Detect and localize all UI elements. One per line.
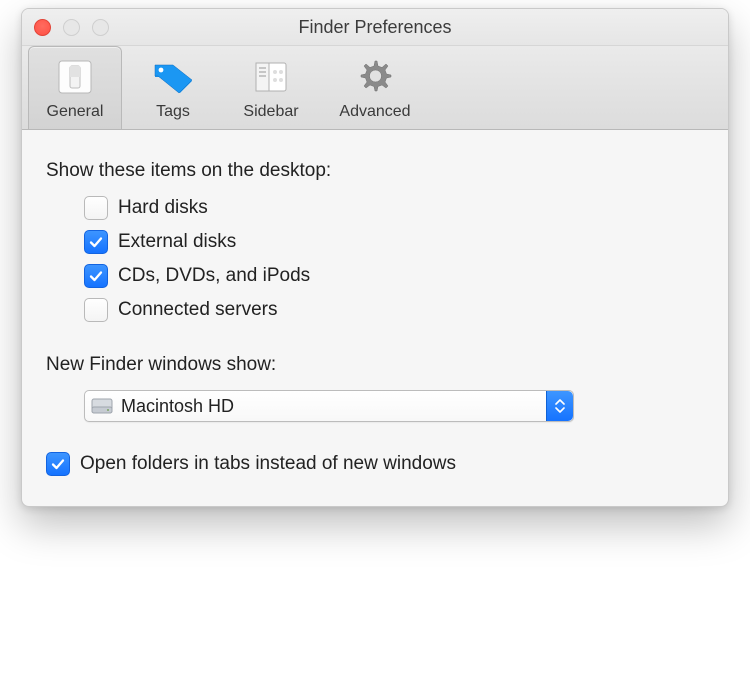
tab-general-label: General xyxy=(29,103,121,121)
desktop-items-heading: Show these items on the desktop: xyxy=(46,160,704,182)
advanced-icon xyxy=(323,53,427,101)
checkbox-external-disks-label: External disks xyxy=(118,231,236,253)
titlebar: Finder Preferences xyxy=(22,9,728,46)
window-controls xyxy=(34,19,109,36)
checkbox-servers-row: Connected servers xyxy=(84,298,704,322)
tab-advanced-label: Advanced xyxy=(323,103,427,121)
new-windows-heading: New Finder windows show: xyxy=(46,354,704,376)
zoom-button[interactable] xyxy=(92,19,109,36)
checkbox-external-disks-row: External disks xyxy=(84,230,704,254)
checkbox-servers-label: Connected servers xyxy=(118,299,277,321)
tab-general[interactable]: General xyxy=(28,46,122,129)
checkbox-cds-label: CDs, DVDs, and iPods xyxy=(118,265,310,287)
finder-preferences-window: Finder Preferences General xyxy=(21,8,729,507)
toolbar: General Tags xyxy=(22,46,728,130)
checkbox-open-in-tabs[interactable] xyxy=(46,452,70,476)
tab-tags[interactable]: Tags xyxy=(126,46,220,129)
tags-icon xyxy=(127,53,219,101)
minimize-button[interactable] xyxy=(63,19,80,36)
volume-icon xyxy=(91,397,113,415)
tab-sidebar-label: Sidebar xyxy=(225,103,317,121)
checkbox-cds[interactable] xyxy=(84,264,108,288)
select-arrows-icon xyxy=(546,391,573,421)
window-title: Finder Preferences xyxy=(298,17,451,38)
tab-tags-label: Tags xyxy=(127,103,219,121)
checkbox-hard-disks-label: Hard disks xyxy=(118,197,208,219)
new-windows-select[interactable]: Macintosh HD xyxy=(84,390,574,422)
tab-advanced[interactable]: Advanced xyxy=(322,46,428,129)
checkbox-cds-row: CDs, DVDs, and iPods xyxy=(84,264,704,288)
checkbox-external-disks[interactable] xyxy=(84,230,108,254)
general-pane: Show these items on the desktop: Hard di… xyxy=(22,130,728,506)
checkbox-servers[interactable] xyxy=(84,298,108,322)
tab-sidebar[interactable]: Sidebar xyxy=(224,46,318,129)
checkbox-open-in-tabs-label: Open folders in tabs instead of new wind… xyxy=(80,453,456,475)
open-in-tabs-row: Open folders in tabs instead of new wind… xyxy=(46,452,704,476)
close-button[interactable] xyxy=(34,19,51,36)
desktop-items-list: Hard disks External disks CDs, DVDs, and… xyxy=(84,196,704,322)
general-icon xyxy=(29,53,121,101)
sidebar-icon xyxy=(225,53,317,101)
new-windows-value: Macintosh HD xyxy=(121,396,546,417)
checkbox-hard-disks[interactable] xyxy=(84,196,108,220)
checkbox-hard-disks-row: Hard disks xyxy=(84,196,704,220)
